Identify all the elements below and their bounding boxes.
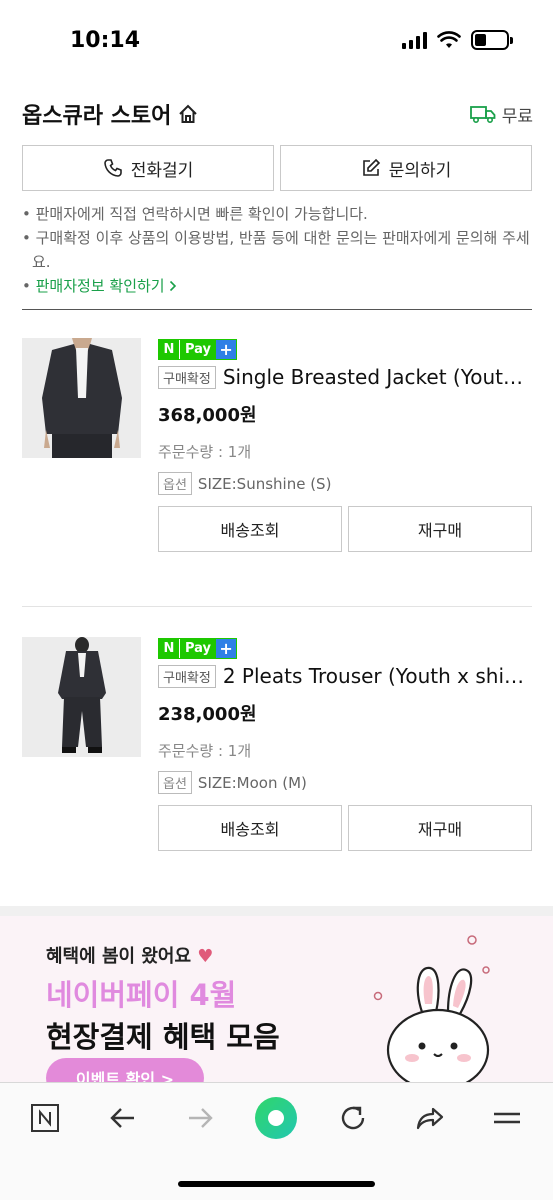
option-row: 옵션 SIZE:Moon (M) — [158, 771, 532, 794]
back-arrow-icon — [110, 1108, 134, 1128]
home-icon — [179, 104, 198, 123]
product-name: 2 Pleats Trouser (Youth x shinyoung) — [222, 664, 532, 688]
option-row: 옵션 SIZE:Sunshine (S) — [158, 472, 532, 495]
green-dot-icon — [255, 1097, 297, 1139]
jacket-product-image — [22, 338, 141, 458]
item-divider — [22, 606, 532, 607]
contact-notes: • 판매자에게 직접 연락하시면 빠른 확인이 가능합니다. • 구매확정 이후… — [22, 202, 532, 298]
track-delivery-button[interactable]: 배송조회 — [158, 506, 342, 552]
naver-home-icon — [31, 1104, 59, 1132]
delivery-info: 무료 — [469, 102, 533, 127]
note-line: • 구매확정 이후 상품의 이용방법, 반품 등에 대한 문의는 판매자에게 문… — [22, 229, 530, 271]
note-line: • 판매자에게 직접 연락하시면 빠른 확인이 가능합니다. — [22, 205, 368, 223]
call-button-label: 전화걸기 — [130, 160, 194, 181]
npay-plus-mark: + — [216, 639, 237, 658]
battery-icon — [471, 30, 513, 50]
call-button[interactable]: 전화걸기 — [22, 145, 274, 191]
product-name-row[interactable]: 구매확정 Single Breasted Jacket (Youth x shi… — [158, 365, 532, 389]
product-thumbnail[interactable] — [22, 338, 141, 458]
wifi-icon — [437, 31, 461, 48]
phone-icon — [103, 159, 122, 177]
order-quantity: 주문수량 : 1개 — [158, 443, 252, 461]
banner-subtitle: 혜택에 봄이 왔어요 ♥ — [46, 942, 213, 968]
naver-green-button[interactable] — [253, 1095, 299, 1141]
store-title: 옵스큐라 스토어 — [22, 104, 172, 129]
product-name-row[interactable]: 구매확정 2 Pleats Trouser (Youth x shinyoung… — [158, 664, 532, 688]
section-gap — [0, 906, 553, 916]
npay-badge: N Pay + — [158, 339, 238, 360]
forward-arrow-icon — [189, 1108, 213, 1128]
seller-info-link[interactable]: 판매자정보 확인하기 — [36, 277, 178, 295]
seller-info-row: • 판매자정보 확인하기 — [22, 274, 532, 298]
share-button[interactable] — [407, 1095, 453, 1141]
banner-headline: 네이버페이 4월 — [46, 978, 237, 1012]
product-name: Single Breasted Jacket (Youth x shinyoun… — [222, 365, 532, 389]
npay-pay-label: Pay — [179, 639, 217, 658]
menu-button[interactable] — [484, 1095, 530, 1141]
option-value: SIZE:Moon (M) — [197, 773, 307, 792]
product-thumbnail[interactable] — [22, 637, 141, 757]
order-info: N Pay + 구매확정 Single Breasted Jacket (You… — [158, 338, 532, 529]
forward-button[interactable] — [177, 1095, 223, 1141]
inquiry-button[interactable]: 문의하기 — [280, 145, 532, 191]
event-banner[interactable]: 혜택에 봄이 왔어요 ♥ 네이버페이 4월 현장결제 혜택 모음 이벤트 확인 … — [0, 916, 553, 1086]
status-bar: 10:14 — [0, 0, 553, 82]
section-divider — [22, 309, 532, 310]
edit-icon — [362, 158, 380, 176]
store-header: 옵스큐라 스토어 무료 — [22, 96, 533, 132]
signal-icon — [402, 31, 427, 49]
truck-icon — [469, 106, 496, 123]
purchase-confirmed-tag: 구매확정 — [158, 664, 216, 688]
inquiry-button-label: 문의하기 — [388, 160, 452, 181]
store-title-link[interactable]: 옵스큐라 스토어 — [22, 98, 199, 130]
home-indicator — [178, 1181, 375, 1187]
status-icons — [402, 30, 513, 50]
back-button[interactable] — [100, 1095, 146, 1141]
option-value: SIZE:Sunshine (S) — [197, 474, 332, 493]
product-price: 238,000원 — [158, 704, 257, 725]
purchase-confirmed-tag: 구매확정 — [158, 365, 216, 389]
product-price: 368,000원 — [158, 405, 257, 426]
option-tag: 옵션 — [158, 771, 192, 794]
status-time: 10:14 — [70, 28, 141, 53]
track-delivery-button[interactable]: 배송조회 — [158, 805, 342, 851]
option-tag: 옵션 — [158, 472, 192, 495]
trouser-product-image — [22, 637, 141, 757]
banner-headline-secondary: 현장결제 혜택 모음 — [46, 1020, 280, 1054]
reload-icon — [341, 1106, 365, 1130]
order-actions: 배송조회 재구매 — [158, 805, 532, 851]
delivery-label: 무료 — [501, 106, 533, 127]
order-actions: 배송조회 재구매 — [158, 506, 532, 552]
menu-icon — [494, 1112, 520, 1124]
heart-icon: ♥ — [197, 946, 214, 967]
naver-home-button[interactable] — [22, 1095, 68, 1141]
order-quantity: 주문수량 : 1개 — [158, 742, 252, 760]
npay-pay-label: Pay — [179, 340, 217, 359]
banner-subtitle-text: 혜택에 봄이 왔어요 — [46, 946, 192, 967]
rebuy-button[interactable]: 재구매 — [348, 805, 532, 851]
order-item: N Pay + 구매확정 2 Pleats Trouser (Youth x s… — [22, 637, 532, 877]
share-icon — [416, 1107, 444, 1130]
order-item: N Pay + 구매확정 Single Breasted Jacket (You… — [22, 338, 532, 578]
bunny-character-illustration — [373, 935, 490, 1086]
order-info: N Pay + 구매확정 2 Pleats Trouser (Youth x s… — [158, 637, 532, 828]
npay-plus-mark: + — [216, 340, 237, 359]
npay-n-mark: N — [159, 340, 179, 359]
chevron-right-icon — [170, 280, 177, 292]
contact-row: 전화걸기 문의하기 — [22, 145, 532, 191]
npay-badge: N Pay + — [158, 638, 238, 659]
npay-n-mark: N — [159, 639, 179, 658]
rebuy-button[interactable]: 재구매 — [348, 506, 532, 552]
seller-info-link-label: 판매자정보 확인하기 — [35, 277, 165, 295]
reload-button[interactable] — [330, 1095, 376, 1141]
note-bullet: • — [22, 277, 36, 295]
